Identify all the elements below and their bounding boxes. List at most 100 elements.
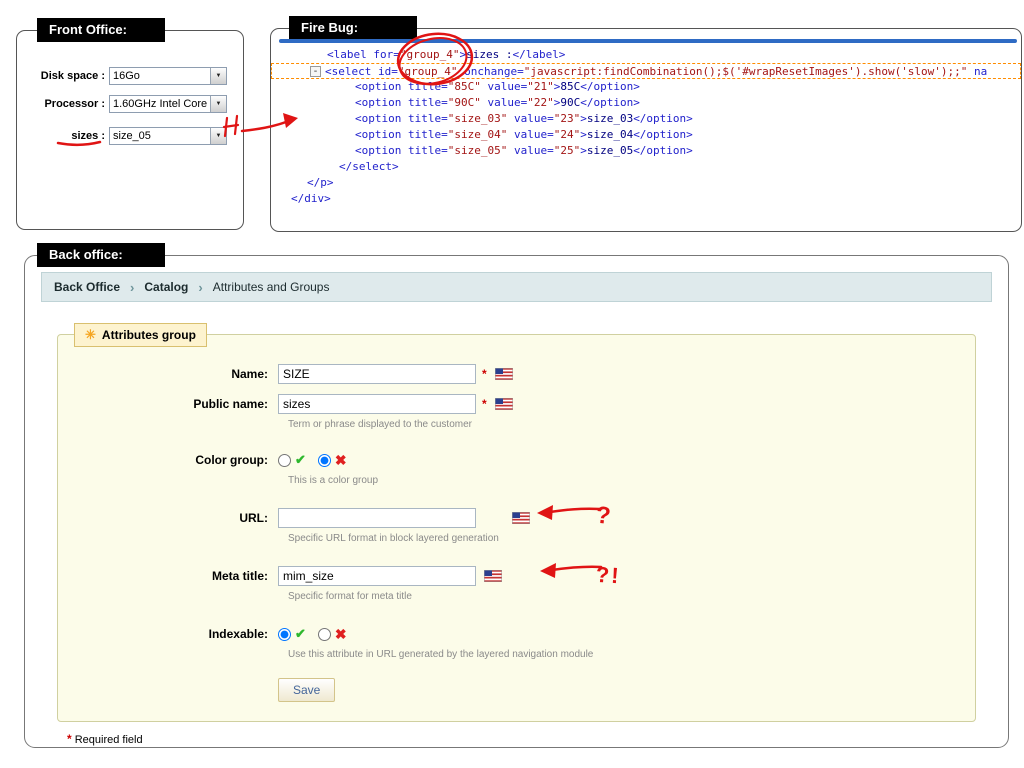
color-group-yes-radio[interactable]	[278, 453, 291, 467]
indexable-label: Indexable:	[208, 627, 268, 641]
fieldset-legend-label: Attributes group	[101, 328, 196, 342]
url-input[interactable]	[278, 508, 476, 528]
code-token: "85C"	[447, 80, 481, 93]
code-line: <option title="size_03" value="23">size_…	[271, 111, 1021, 127]
code-token: "25"	[553, 144, 581, 157]
code-token: "size_04"	[447, 128, 508, 141]
front-office-panel: Front Office: Disk space : 16Go ▼ Proces…	[16, 18, 244, 230]
sizes-select[interactable]: size_05 ▼	[109, 127, 227, 145]
fieldset-legend: ✳ Attributes group	[74, 323, 207, 347]
code-token: title=	[407, 96, 448, 109]
legend-star-icon: ✳	[85, 327, 96, 342]
code-token: value=	[507, 144, 554, 157]
color-group-row: Color group: ✔ ✖	[78, 449, 955, 471]
us-flag-icon	[494, 398, 513, 410]
field-hint: Use this attribute in URL generated by t…	[288, 649, 594, 660]
code-token: "23"	[553, 112, 581, 125]
meta-title-input[interactable]	[278, 566, 476, 586]
code-token: title=	[407, 112, 448, 125]
color-group-no-radio[interactable]	[317, 453, 331, 467]
breadcrumb-separator: ›	[130, 279, 135, 295]
code-token: </option>	[633, 112, 693, 125]
code-token: 90C	[560, 96, 581, 109]
code-token: </p>	[307, 176, 334, 189]
color-group-label: Color group:	[195, 453, 268, 467]
code-token: title=	[407, 80, 448, 93]
url-label: URL:	[239, 511, 268, 525]
cross-icon: ✖	[334, 625, 347, 642]
code-token: >	[580, 112, 587, 125]
code-token: <select	[325, 65, 378, 78]
name-input[interactable]	[278, 364, 476, 384]
breadcrumb-item-current: Attributes and Groups	[212, 280, 330, 294]
disk-space-label: Disk space :	[40, 70, 105, 82]
disk-space-select[interactable]: 16Go ▼	[109, 67, 227, 85]
meta-title-row: Meta title:	[78, 565, 955, 587]
sizes-label: sizes :	[71, 130, 105, 142]
code-token: <option	[355, 144, 408, 157]
code-line: <label for="group_4">sizes :</label>	[271, 47, 1021, 63]
code-token: na	[967, 65, 988, 78]
name-label: Name:	[231, 367, 268, 381]
code-token: "90C"	[447, 96, 481, 109]
code-line: <option title="90C" value="22">90C</opti…	[271, 95, 1021, 111]
code-token: <option	[355, 128, 408, 141]
code-token: </option>	[633, 144, 693, 157]
dropdown-arrow-icon[interactable]: ▼	[210, 68, 226, 84]
disk-space-value: 16Go	[113, 70, 140, 82]
us-flag-icon	[494, 368, 513, 380]
collapse-toggle-icon[interactable]: -	[310, 66, 321, 77]
code-token: "24"	[553, 128, 581, 141]
indexable-no-radio[interactable]	[317, 627, 331, 641]
code-token: <option	[355, 80, 408, 93]
code-token: <label	[327, 48, 374, 61]
us-flag-icon	[512, 512, 530, 524]
back-office-panel: Back office: Back Office › Catalog › Att…	[24, 243, 1009, 748]
code-line: <option title="size_05" value="25">size_…	[271, 143, 1021, 159]
code-token: title=	[407, 128, 448, 141]
breadcrumb: Back Office › Catalog › Attributes and G…	[41, 272, 992, 302]
indexable-yes-radio[interactable]	[278, 627, 291, 641]
public-name-input[interactable]	[278, 394, 476, 414]
code-token: for=	[373, 48, 400, 61]
front-office-tag: Front Office:	[37, 18, 165, 42]
code-token: </option>	[580, 80, 640, 93]
dropdown-arrow-icon[interactable]: ▼	[210, 128, 226, 144]
code-line-selected[interactable]: - <select id="group_4" onchange="javascri…	[271, 63, 1021, 79]
field-hint: This is a color group	[288, 475, 379, 486]
disk-space-row: Disk space : 16Go ▼	[25, 67, 235, 85]
required-field-text: Required field	[74, 734, 143, 746]
dropdown-arrow-icon[interactable]: ▼	[210, 96, 226, 112]
processor-select[interactable]: 1.60GHz Intel Core 2 ▼	[109, 95, 227, 113]
field-hint: Term or phrase displayed to the customer	[288, 419, 472, 430]
code-token: "21"	[527, 80, 554, 93]
code-token: value=	[507, 128, 554, 141]
code-token: value=	[507, 112, 554, 125]
breadcrumb-item-back-office[interactable]: Back Office	[54, 280, 120, 294]
code-line: </div>	[271, 191, 1021, 207]
sizes-row: sizes : size_05 ▼	[25, 127, 235, 145]
firebug-tag: Fire Bug:	[289, 16, 417, 40]
required-mark: *	[482, 367, 487, 381]
back-office-tag: Back office:	[37, 243, 165, 267]
code-token: value=	[480, 96, 528, 109]
processor-label: Processor :	[44, 98, 105, 110]
code-token: <option	[355, 112, 408, 125]
field-hint: Specific URL format in block layered gen…	[288, 533, 499, 544]
code-line: </select>	[271, 159, 1021, 175]
save-button[interactable]: Save	[278, 678, 336, 702]
sizes-value: size_05	[113, 130, 151, 142]
breadcrumb-item-catalog[interactable]: Catalog	[144, 280, 188, 294]
processor-value: 1.60GHz Intel Core 2	[113, 98, 210, 110]
code-token: </option>	[633, 128, 693, 141]
public-name-label: Public name:	[193, 397, 268, 411]
code-line: <option title="size_04" value="24">size_…	[271, 127, 1021, 143]
code-token: "javascript:findCombination();$('#wrapRe…	[523, 65, 968, 78]
check-icon: ✔	[295, 452, 306, 467]
breadcrumb-separator: ›	[198, 279, 203, 295]
code-token: id=	[377, 65, 398, 78]
url-row: URL:	[78, 507, 955, 529]
code-token: <option	[355, 96, 408, 109]
meta-title-label: Meta title:	[211, 569, 268, 583]
code-token: </label>	[512, 48, 566, 61]
